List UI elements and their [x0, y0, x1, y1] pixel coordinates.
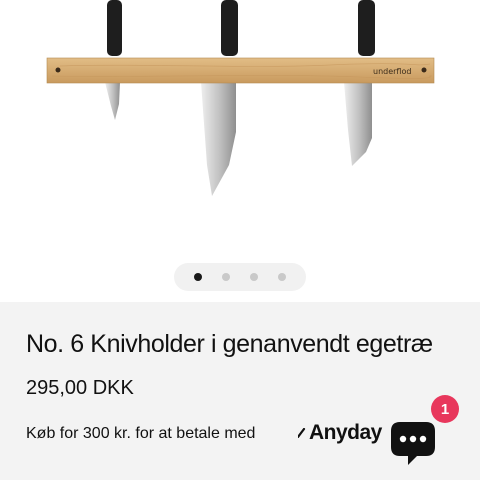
product-title: No. 6 Knivholder i genanvendt egetræ	[26, 330, 433, 358]
chat-bubble-icon	[391, 422, 435, 465]
carousel-pagination[interactable]	[174, 263, 306, 291]
pagination-dot-3[interactable]	[250, 273, 258, 281]
brand-mark: underflod	[373, 67, 411, 76]
product-gallery[interactable]: underflod	[0, 0, 480, 302]
product-image[interactable]: underflod	[0, 0, 480, 302]
installment-text: Køb for 300 kr. for at betale med	[26, 425, 256, 442]
anyday-mark-icon	[298, 428, 306, 438]
pagination-dot-4[interactable]	[278, 273, 286, 281]
pagination-dot-2[interactable]	[222, 273, 230, 281]
notification-badge: 1	[431, 395, 459, 423]
anyday-logo[interactable]: Anyday	[298, 420, 382, 446]
pagination-dot-1[interactable]	[194, 273, 202, 281]
anyday-logo-text: Anyday	[309, 421, 382, 444]
chat-button[interactable]	[389, 418, 437, 466]
product-price: 295,00 DKK	[26, 377, 134, 399]
